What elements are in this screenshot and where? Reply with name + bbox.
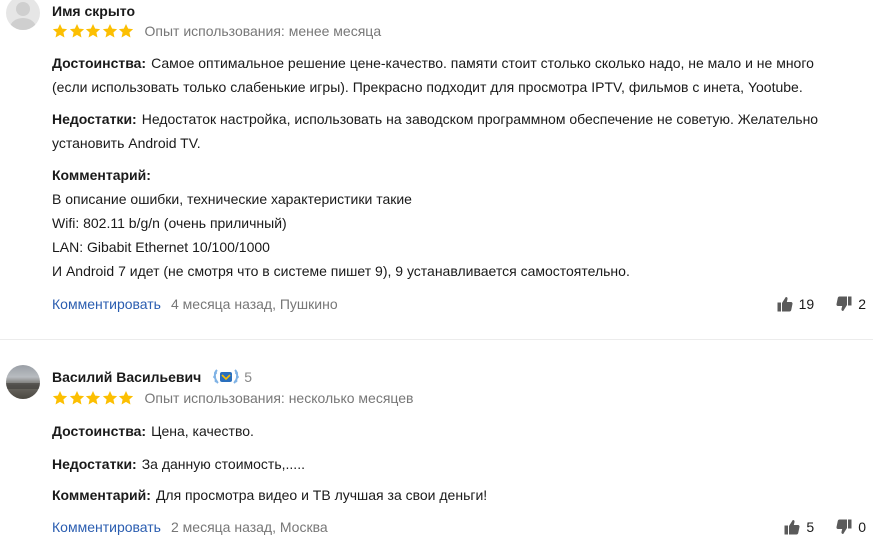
star-icon bbox=[69, 24, 84, 38]
dislike-count: 2 bbox=[858, 296, 866, 312]
votes: 19 2 bbox=[777, 296, 866, 312]
star-icon bbox=[102, 24, 117, 38]
thumbs-down-icon bbox=[836, 296, 852, 311]
like-count: 5 bbox=[806, 519, 815, 535]
review-meta: 4 месяца назад, Пушкино bbox=[170, 296, 338, 312]
review-author: Имя скрыто bbox=[52, 3, 135, 19]
comment-line: Wifi: 802.11 b/g/n (очень приличный) bbox=[52, 215, 287, 231]
pros-label: Достоинства: bbox=[52, 55, 147, 71]
star-rating bbox=[52, 23, 135, 39]
usage-experience: Опыт использования: менее месяца bbox=[144, 23, 382, 39]
review-footer: Комментировать 2 месяца назад, Москва 5 … bbox=[52, 517, 870, 537]
star-icon bbox=[69, 391, 84, 405]
star-icon bbox=[102, 391, 117, 405]
reviewer-badge-icon bbox=[213, 369, 240, 384]
dislike-button[interactable]: 2 bbox=[836, 296, 866, 312]
comment-button[interactable]: Комментировать bbox=[52, 296, 161, 312]
comment-label: Комментарий: bbox=[52, 167, 151, 183]
star-icon bbox=[85, 24, 101, 38]
avatar bbox=[6, 365, 40, 399]
comment-line: В описание ошибки, технические характери… bbox=[52, 191, 412, 207]
cons-text: Недостаток настройка, использовать на за… bbox=[52, 111, 819, 151]
review-meta: 2 месяца назад, Москва bbox=[170, 519, 328, 535]
comment-label: Комментарий: bbox=[52, 487, 151, 503]
cons-label: Недостатки: bbox=[52, 456, 137, 472]
rating-row: Опыт использования: несколько месяцев bbox=[52, 390, 413, 406]
review-divider bbox=[0, 339, 873, 340]
review-author: Василий Васильевич 5 bbox=[52, 368, 252, 386]
dislike-button[interactable]: 0 bbox=[836, 519, 866, 535]
thumbs-up-icon bbox=[784, 520, 800, 535]
dislike-count: 0 bbox=[858, 519, 866, 535]
cons-text: За данную стоимость,..... bbox=[141, 456, 305, 472]
comment-section: Комментарий: Для просмотра видео и ТВ луч… bbox=[52, 483, 852, 507]
star-icon bbox=[85, 391, 101, 405]
pros-text: Цена, качество. bbox=[151, 423, 254, 439]
usage-experience: Опыт использования: несколько месяцев bbox=[144, 390, 414, 406]
pros-section: Достоинства: Самое оптимальное решение це… bbox=[52, 51, 852, 99]
star-icon bbox=[52, 24, 68, 38]
review-footer: Комментировать 4 месяца назад, Пушкино 1… bbox=[52, 294, 870, 314]
pros-section: Достоинства: Цена, качество. bbox=[52, 419, 852, 443]
star-icon bbox=[118, 24, 134, 38]
votes: 5 0 bbox=[784, 519, 866, 535]
comment-line: LAN: Gibabit Ethernet 10/100/1000 bbox=[52, 239, 270, 255]
rating-row: Опыт использования: менее месяца bbox=[52, 23, 381, 39]
star-icon bbox=[118, 391, 134, 405]
badge-count: 5 bbox=[244, 369, 252, 385]
author-name: Василий Васильевич bbox=[52, 369, 202, 385]
comment-button[interactable]: Комментировать bbox=[52, 519, 161, 535]
cons-label: Недостатки: bbox=[52, 111, 137, 127]
pros-label: Достоинства: bbox=[52, 423, 147, 439]
star-icon bbox=[52, 391, 68, 405]
comment-text: Для просмотра видео и ТВ лучшая за свои … bbox=[155, 487, 488, 503]
comment-section: Комментарий: В описание ошибки, техничес… bbox=[52, 163, 852, 283]
like-button[interactable]: 19 bbox=[777, 296, 815, 312]
thumbs-down-icon bbox=[836, 519, 852, 534]
cons-section: Недостатки: За данную стоимость,..... bbox=[52, 452, 852, 476]
thumbs-up-icon bbox=[777, 297, 793, 312]
star-rating bbox=[52, 390, 135, 406]
reviewer-badge: 5 bbox=[210, 368, 252, 386]
pros-text: Самое оптимальное решение цене-качество.… bbox=[52, 55, 814, 95]
comment-line: И Android 7 идет (не смотря что в систем… bbox=[52, 263, 630, 279]
cons-section: Недостатки: Недостаток настройка, использ… bbox=[52, 107, 852, 155]
like-count: 19 bbox=[798, 296, 815, 312]
author-name: Имя скрыто bbox=[52, 3, 136, 19]
like-button[interactable]: 5 bbox=[784, 519, 814, 535]
avatar bbox=[6, 0, 40, 30]
